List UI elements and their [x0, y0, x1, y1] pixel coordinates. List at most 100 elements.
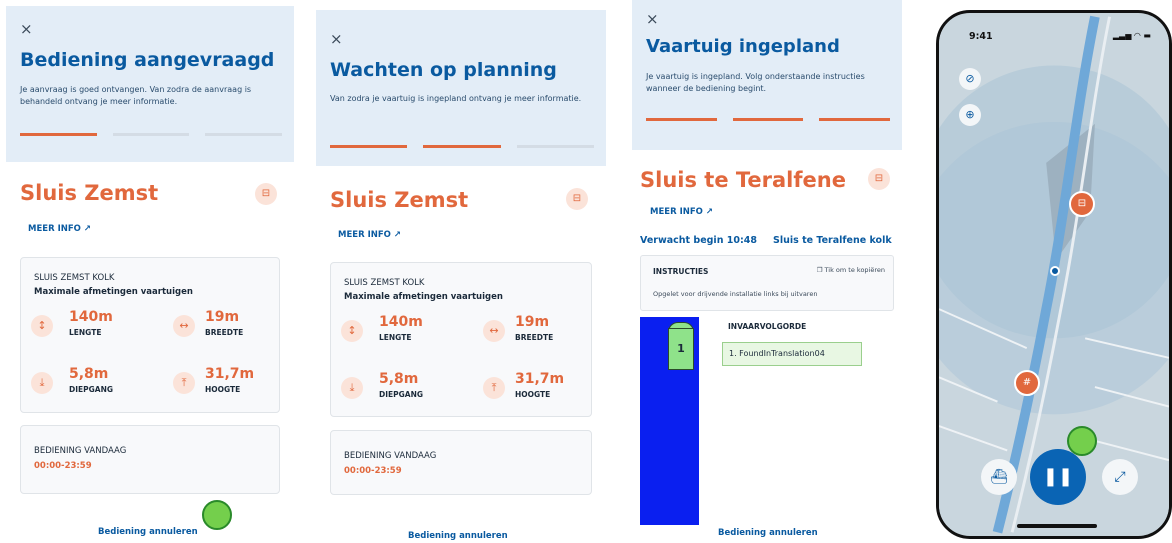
bediening-title: BEDIENING VANDAAG [34, 446, 127, 456]
dimension-value: 5,8m [69, 366, 109, 382]
length-icon: ↕ [31, 315, 53, 337]
screen-wachten-op-planning: × Wachten op planning Van zodra je vaart… [316, 0, 606, 543]
lock-marker-icon[interactable]: ⊟ [1069, 191, 1095, 217]
progress-step [20, 133, 97, 136]
screen-vaartuig-ingepland: × Vaartuig ingepland Je vaartuig is inge… [632, 0, 902, 543]
progress-step [205, 133, 283, 136]
lock-title: Sluis Zemst [20, 181, 159, 205]
bediening-time: 00:00-23:59 [34, 461, 92, 471]
screen-bediening-aangevraagd: × Bediening aangevraagd Je aanvraag is g… [6, 0, 294, 543]
dimension-value: 31,7m [205, 366, 255, 382]
copy-icon: ❐ [816, 266, 823, 274]
width-icon: ↔ [173, 315, 195, 337]
external-link-icon: ↗ [705, 207, 713, 217]
width-icon: ↔ [483, 320, 505, 342]
progress-step [732, 118, 804, 121]
dimension-value: 31,7m [515, 371, 565, 387]
dimension-label: LENGTE [69, 328, 102, 337]
progress-step [646, 118, 717, 121]
vessel-number: 1 [677, 342, 685, 355]
status-description: Je vaartuig is ingepland. Volg onderstaa… [646, 72, 865, 93]
dimension-value: 140m [379, 314, 423, 330]
instructions-title: INSTRUCTIES [653, 267, 709, 276]
dimension-value: 19m [515, 314, 550, 330]
progress-steps [330, 145, 594, 148]
close-icon[interactable]: × [20, 20, 33, 38]
progress-step [330, 145, 408, 148]
compass-icon[interactable]: ⊘ [959, 68, 981, 90]
dimension-label: BREEDTE [515, 333, 554, 342]
expand-icon[interactable]: ⤢ [1102, 459, 1138, 495]
dimension-label: HOOGTE [515, 390, 551, 399]
bediening-title: BEDIENING VANDAAG [344, 451, 437, 461]
status-title: Wachten op planning [330, 59, 557, 81]
status-time: 9:41 [969, 31, 993, 42]
lock-icon: ⊟ [868, 168, 890, 190]
meer-info-link[interactable]: MEER INFO ↗ [338, 230, 401, 240]
home-indicator [1017, 524, 1097, 528]
order-list-item: 1. FoundInTranslation04 [722, 342, 862, 366]
kolk-subtitle: Maximale afmetingen vaartuigen [344, 292, 503, 302]
order-title: INVAARVOLGORDE [728, 322, 807, 331]
progress-steps [20, 133, 283, 136]
lock-title: Sluis te Teralfene [640, 168, 846, 192]
dimension-value: 19m [205, 309, 240, 325]
tap-indicator [202, 500, 232, 530]
depth-icon: ⤓ [31, 372, 53, 394]
depth-icon: ⤓ [341, 377, 363, 399]
cancel-button[interactable]: Bediening annuleren [408, 531, 508, 541]
status-header: × Vaartuig ingepland Je vaartuig is inge… [632, 0, 902, 150]
status-icons: ▂▃▅ ◠ ▬ [1112, 31, 1151, 40]
status-header: × Bediening aangevraagd Je aanvraag is g… [6, 6, 294, 162]
status-header: × Wachten op planning Van zodra je vaart… [316, 10, 606, 166]
progress-steps [646, 118, 891, 121]
tap-indicator [1067, 426, 1097, 456]
pause-icon[interactable]: ❚❚ [1030, 449, 1086, 505]
status-description: Van zodra je vaartuig is ingepland ontva… [330, 94, 582, 103]
bediening-card: BEDIENING VANDAAG 00:00-23:59 [330, 430, 592, 495]
cancel-button[interactable]: Bediening annuleren [98, 527, 198, 537]
height-icon: ⤒ [173, 372, 195, 394]
user-location-icon [1050, 266, 1060, 276]
cancel-button[interactable]: Bediening annuleren [718, 528, 818, 538]
status-description: Je aanvraag is goed ontvangen. Van zodra… [20, 85, 252, 106]
progress-step [516, 145, 594, 148]
instructions-card: INSTRUCTIES ❐ Tik om te kopiëren Opgelet… [640, 255, 894, 311]
lock-icon: ⊟ [566, 188, 588, 210]
kolk-name: SLUIS ZEMST KOLK [34, 273, 115, 283]
dimension-label: DIEPGANG [69, 385, 114, 394]
expected-start: Verwacht begin 10:48 [640, 235, 758, 246]
location-target-icon[interactable]: ⊕ [959, 104, 981, 126]
length-icon: ↕ [341, 320, 363, 342]
meer-info-link[interactable]: MEER INFO ↗ [28, 224, 91, 234]
close-icon[interactable]: × [646, 10, 659, 28]
bediening-card: BEDIENING VANDAAG 00:00-23:59 [20, 425, 280, 494]
dimension-label: HOOGTE [205, 385, 241, 394]
bridge-marker-icon[interactable]: # [1014, 370, 1040, 396]
status-title: Bediening aangevraagd [20, 49, 275, 71]
lock-icon: ⊟ [255, 183, 277, 205]
kolk-name: Sluis te Teralfene kolk [773, 235, 892, 246]
kolk-card: SLUIS ZEMST KOLK Maximale afmetingen vaa… [20, 257, 280, 413]
external-link-icon: ↗ [83, 224, 91, 234]
vessel-icon[interactable]: ⛴ [981, 459, 1017, 495]
meer-info-link[interactable]: MEER INFO ↗ [650, 207, 713, 217]
instructions-text: Opgelet voor drijvende installatie links… [653, 290, 818, 298]
copy-button[interactable]: ❐ Tik om te kopiëren [817, 266, 885, 274]
progress-step [423, 145, 501, 148]
close-icon[interactable]: × [330, 30, 343, 48]
dimension-label: LENGTE [379, 333, 412, 342]
status-title: Vaartuig ingepland [646, 36, 840, 57]
kolk-card: SLUIS ZEMST KOLK Maximale afmetingen vaa… [330, 262, 592, 417]
progress-step [819, 118, 891, 121]
kolk-subtitle: Maximale afmetingen vaartuigen [34, 287, 193, 297]
dimension-value: 5,8m [379, 371, 419, 387]
dimension-label: BREEDTE [205, 328, 244, 337]
external-link-icon: ↗ [393, 230, 401, 240]
kolk-name: SLUIS ZEMST KOLK [344, 278, 425, 288]
height-icon: ⤒ [483, 377, 505, 399]
phone-map-screen: 9:41 ▂▃▅ ◠ ▬ ⊘ ⊕ ⊟ # ⛴ ❚❚ ⤢ [936, 10, 1172, 539]
dimension-label: DIEPGANG [379, 390, 424, 399]
dimension-value: 140m [69, 309, 113, 325]
progress-step [112, 133, 190, 136]
